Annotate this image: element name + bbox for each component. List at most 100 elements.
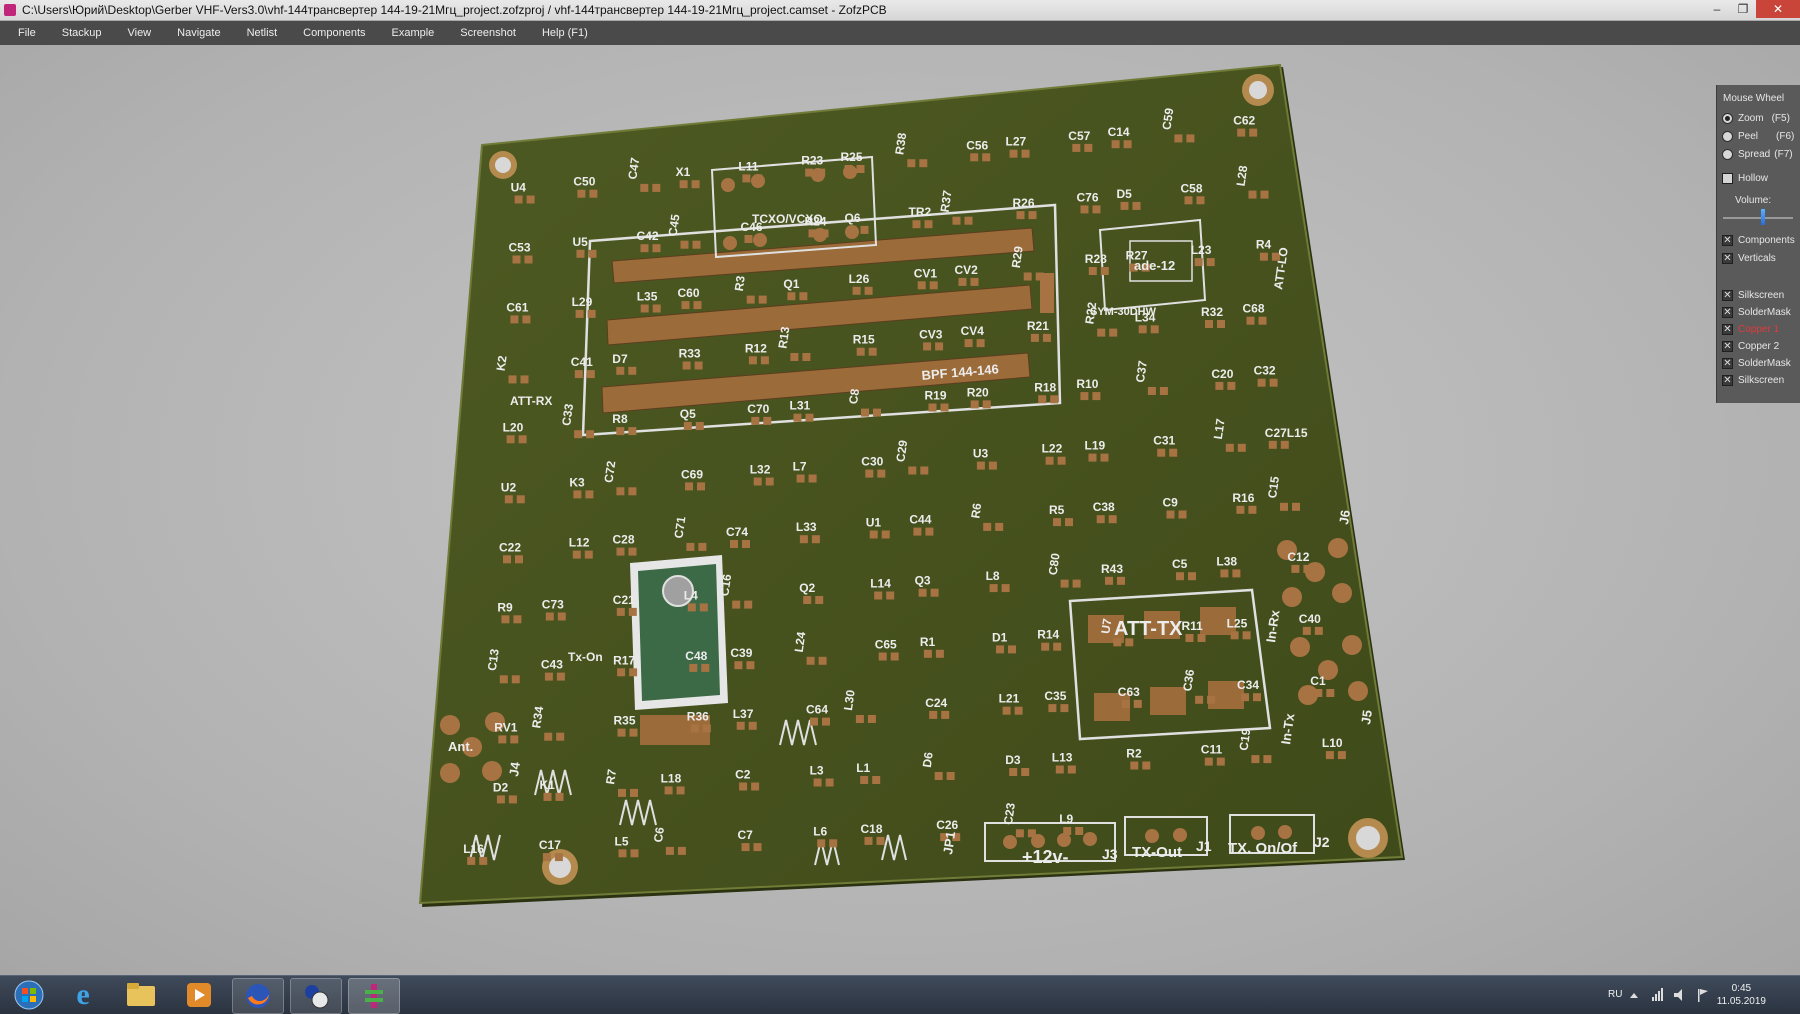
designator-label: R1 (920, 635, 936, 649)
clock[interactable]: 0:45 11.05.2019 (1717, 982, 1766, 1008)
smd-pad (756, 235, 765, 243)
spread-radio[interactable] (1722, 148, 1733, 160)
designator-label: C11 (1201, 743, 1223, 757)
designator-label: K2 (494, 354, 510, 371)
menu-example[interactable]: Example (379, 21, 448, 45)
layer-copper-1[interactable]: ✕ Copper 1 (1722, 322, 1779, 336)
designator-label: L23 (1191, 243, 1212, 257)
menu-view[interactable]: View (114, 21, 164, 45)
menu-help[interactable]: Help (F1) (529, 21, 601, 45)
taskbar-ie[interactable]: e (58, 978, 108, 1012)
smd-pad (1080, 205, 1089, 214)
smd-pad (822, 717, 830, 726)
smd-pad (1184, 196, 1193, 205)
designator-label: R7 (603, 768, 619, 785)
designator-label: R19 (925, 389, 947, 403)
designator-label: C41 (571, 355, 593, 369)
layer-checkbox[interactable]: ✕ (1722, 374, 1733, 386)
taskbar-app[interactable] (290, 978, 342, 1014)
language-indicator[interactable]: RU (1608, 989, 1622, 1000)
menu-components[interactable]: Components (290, 21, 378, 45)
taskbar-firefox[interactable] (232, 978, 284, 1014)
menu-file[interactable]: File (0, 21, 49, 45)
smd-pad (856, 165, 865, 173)
smd-pad (811, 535, 820, 544)
smd-pad (793, 413, 802, 422)
smd-pad (1166, 510, 1175, 519)
hollow-checkbox[interactable] (1722, 172, 1733, 184)
taskbar-media-player[interactable] (174, 978, 224, 1012)
smd-pad (1048, 704, 1057, 713)
smd-pad (676, 786, 685, 795)
smd-pad (928, 403, 937, 412)
smd-pad (1325, 751, 1334, 760)
label-tx-on: Tx-On (568, 650, 603, 664)
tray-icons[interactable] (1630, 988, 1726, 1002)
layer-soldermask-top[interactable]: ✕ SolderMask (1722, 305, 1791, 319)
components-checkbox[interactable]: ✕ (1722, 234, 1733, 246)
smd-pad (499, 675, 508, 684)
layer-checkbox[interactable]: ✕ (1722, 340, 1733, 352)
mode-zoom[interactable]: Zoom (F5) (1722, 111, 1790, 125)
layer-soldermask-bottom[interactable]: ✕ SolderMask (1722, 356, 1791, 370)
mode-spread[interactable]: Spread (F7) (1722, 147, 1793, 161)
layer-silkscreen-top[interactable]: ✕ Silkscreen (1722, 288, 1784, 302)
smd-pad (1092, 392, 1101, 401)
mode-peel[interactable]: Peel (F6) (1722, 129, 1794, 143)
restore-button[interactable]: ❐ (1730, 0, 1756, 18)
smd-pad (1241, 693, 1249, 702)
smd-pad (584, 550, 593, 559)
layer-silkscreen-bottom[interactable]: ✕ Silkscreen (1722, 373, 1784, 387)
layer-copper-2[interactable]: ✕ Copper 2 (1722, 339, 1779, 353)
menu-screenshot[interactable]: Screenshot (447, 21, 529, 45)
smd-pad (1072, 143, 1081, 152)
taskbar-explorer[interactable] (116, 978, 166, 1012)
3d-viewport[interactable]: TCXO/VCXO BPF 144-146 ade-12 SYM-30DHW A… (0, 45, 1800, 975)
smd-pad (574, 430, 583, 439)
smd-pad (544, 672, 553, 681)
smd-pad (1314, 689, 1323, 697)
zoom-radio[interactable] (1722, 112, 1733, 124)
taskbar-zofzpcb[interactable] (348, 978, 400, 1014)
smd-pad (686, 542, 695, 551)
folder-icon (127, 983, 155, 1006)
smd-pad (805, 413, 814, 422)
smd-pad (510, 735, 519, 744)
smd-pad (1263, 755, 1272, 764)
menu-stackup[interactable]: Stackup (49, 21, 115, 45)
start-button[interactable] (4, 978, 54, 1012)
designator-label: C2 (735, 768, 751, 782)
designator-label: C61 (506, 300, 528, 314)
designator-label: C48 (685, 649, 707, 663)
peel-radio[interactable] (1722, 130, 1733, 142)
pcb-render[interactable]: TCXO/VCXO BPF 144-146 ade-12 SYM-30DHW A… (0, 45, 1800, 975)
label-att-rx: ATT-RX (510, 394, 552, 408)
label-att-tx: ATT-TX (1114, 618, 1183, 640)
designator-label: R27 (1126, 249, 1148, 263)
menu-netlist[interactable]: Netlist (234, 21, 291, 45)
designator-label: C31 (1153, 434, 1175, 448)
menu-navigate[interactable]: Navigate (164, 21, 233, 45)
layer-checkbox[interactable]: ✕ (1722, 289, 1733, 301)
layer-checkbox[interactable]: ✕ (1722, 323, 1733, 335)
smd-pad (512, 255, 521, 264)
verticals-checkbox[interactable]: ✕ (1722, 252, 1733, 264)
smd-pad (628, 547, 637, 556)
smd-pad (983, 522, 992, 531)
smd-pad (1215, 381, 1224, 390)
smd-pad (629, 668, 638, 677)
layer-checkbox[interactable]: ✕ (1722, 306, 1733, 318)
designator-label: K3 (569, 475, 585, 489)
hollow-toggle[interactable]: Hollow (1722, 171, 1768, 185)
toggle-components[interactable]: ✕ Components (1722, 233, 1795, 247)
smd-pad (1120, 201, 1129, 210)
toggle-verticals[interactable]: ✕ Verticals (1722, 251, 1776, 265)
layer-checkbox[interactable]: ✕ (1722, 357, 1733, 369)
volume-slider[interactable] (1723, 217, 1793, 219)
designator-label: Q2 (799, 581, 815, 595)
minimize-button[interactable]: – (1704, 0, 1730, 18)
volume-slider-handle[interactable] (1761, 209, 1765, 225)
smd-pad (1075, 827, 1084, 835)
designator-label: R28 (1085, 252, 1107, 266)
close-button[interactable]: ✕ (1756, 0, 1800, 18)
